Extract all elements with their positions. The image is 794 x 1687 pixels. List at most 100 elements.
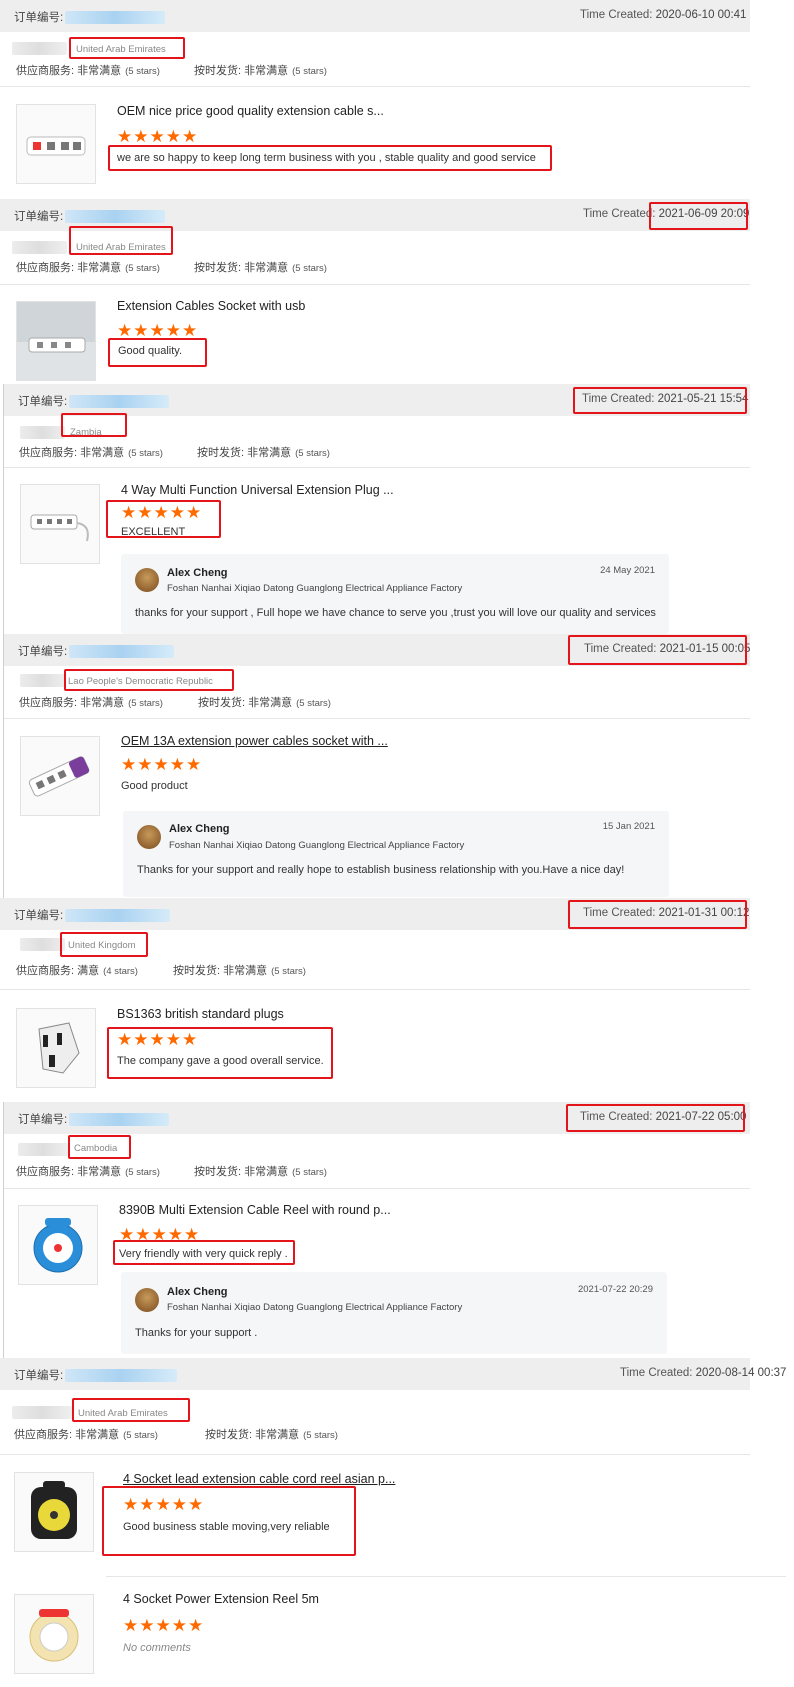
highlight-box [60, 932, 148, 957]
reply-date: 24 May 2021 [600, 565, 655, 576]
order-header: 订单编号: Time Created: 2020-08-14 00:37 [0, 1358, 786, 1390]
power-strip-icon[interactable] [20, 736, 100, 816]
order-number-redacted [65, 1369, 178, 1383]
reply-author: Alex Cheng [167, 567, 228, 579]
review-comment: Good product [121, 780, 188, 792]
reply-text: thanks for your support , Full hope we h… [135, 607, 656, 619]
buyer-name-redacted [20, 938, 65, 951]
order-number-label: 订单编号: [18, 646, 68, 658]
time-created-value: 2020-08-14 00:37 [695, 1367, 787, 1379]
rating-stars: ★★★★★ [123, 1616, 205, 1635]
reply-author: Alex Cheng [167, 1286, 228, 1298]
buyer-name-redacted [12, 42, 67, 55]
rating-stars: ★★★★★ [117, 127, 199, 146]
usb-socket-icon[interactable] [16, 301, 96, 381]
order-header: 订单编号: Time Created: 2020-06-10 00:41 [0, 0, 750, 32]
highlight-box [69, 37, 185, 59]
highlight-box [106, 500, 221, 538]
highlight-box [107, 1027, 333, 1079]
product-name[interactable]: OEM 13A extension power cables socket wi… [121, 734, 388, 748]
order-number-label: 订单编号: [14, 1370, 64, 1382]
delivery-rating: 按时发货: 非常满意 (5 stars) [205, 1429, 338, 1441]
buyer-name-redacted [18, 1143, 68, 1156]
product-name[interactable]: 8390B Multi Extension Cable Reel with ro… [119, 1203, 391, 1217]
order-block: 订单编号: Time Created: 2021-06-09 20:09 Uni… [0, 199, 750, 385]
review-comment: No comments [123, 1642, 191, 1654]
order-number-label: 订单编号: [14, 910, 64, 922]
delivery-rating: 按时发货: 非常满意 (5 stars) [198, 697, 331, 709]
highlight-box [649, 202, 748, 230]
reply-author: Alex Cheng [169, 823, 230, 835]
order-number-label: 订单编号: [14, 211, 64, 223]
order-number-redacted [69, 1113, 170, 1127]
reply-text: Thanks for your support and really hope … [137, 864, 625, 876]
highlight-box [566, 1104, 745, 1132]
delivery-rating: 按时发货: 非常满意 (5 stars) [194, 262, 327, 274]
order-number-redacted [65, 909, 171, 923]
highlight-box [72, 1398, 190, 1422]
highlight-box [108, 338, 207, 367]
order-block: 订单编号: Time Created: 2021-01-15 00:05 Lao… [0, 634, 750, 898]
highlight-box [102, 1486, 356, 1556]
highlight-box [108, 145, 552, 171]
reply-company: Foshan Nanhai Xiqiao Datong Guanglong El… [169, 840, 465, 851]
order-block: 订单编号: Time Created: 2020-08-14 00:37 Uni… [0, 1358, 786, 1687]
power-strip-icon[interactable] [16, 104, 96, 184]
order-number-redacted [65, 210, 166, 224]
order-number-redacted [69, 395, 170, 409]
highlight-box [568, 900, 747, 929]
order-block: 订单编号: Time Created: 2021-07-22 05:00 Cam… [0, 1102, 750, 1358]
time-created-label: Time Created: [580, 9, 653, 21]
uk-plug-icon[interactable] [16, 1008, 96, 1088]
order-number-label: 订单编号: [18, 396, 68, 408]
product-name[interactable]: Extension Cables Socket with usb [117, 299, 305, 313]
buyer-name-redacted [12, 241, 67, 254]
supplier-service-rating: 供应商服务: 非常满意 (5 stars) [16, 1166, 160, 1178]
supplier-service-rating: 供应商服务: 非常满意 (5 stars) [19, 447, 163, 459]
order-block: 订单编号: Time Created: 2020-06-10 00:41 Uni… [0, 0, 750, 200]
reply-company: Foshan Nanhai Xiqiao Datong Guanglong El… [167, 583, 463, 594]
supplier-service-rating: 供应商服务: 非常满意 (5 stars) [16, 65, 160, 77]
cable-reel-icon[interactable] [18, 1205, 98, 1285]
cable-reel-icon[interactable] [14, 1594, 94, 1674]
product-name[interactable]: 4 Way Multi Function Universal Extension… [121, 483, 394, 497]
reply-text: Thanks for your support . [135, 1327, 258, 1339]
reply-company: Foshan Nanhai Xiqiao Datong Guanglong El… [167, 1302, 463, 1313]
rating-stars: ★★★★★ [121, 755, 203, 774]
highlight-box [568, 635, 747, 665]
avatar [135, 1288, 159, 1312]
highlight-box [573, 387, 747, 414]
product-name[interactable]: BS1363 british standard plugs [117, 1007, 284, 1021]
reply-date: 2021-07-22 20:29 [577, 1284, 653, 1295]
delivery-rating: 按时发货: 非常满意 (5 stars) [194, 65, 327, 77]
order-number-label: 订单编号: [14, 12, 64, 24]
delivery-rating: 按时发货: 非常满意 (5 stars) [173, 965, 306, 977]
time-created-label: Time Created: [583, 208, 656, 220]
supplier-service-rating: 供应商服务: 非常满意 (5 stars) [19, 697, 163, 709]
product-name[interactable]: OEM nice price good quality extension ca… [117, 104, 384, 118]
highlight-box [68, 1135, 131, 1159]
cable-reel-icon[interactable] [14, 1472, 94, 1552]
highlight-box [61, 413, 127, 437]
product-name[interactable]: 4 Socket Power Extension Reel 5m [123, 1592, 319, 1606]
order-number-redacted [65, 11, 166, 25]
supplier-service-rating: 供应商服务: 非常满意 (5 stars) [16, 262, 160, 274]
reply-date: 15 Jan 2021 [602, 821, 655, 832]
order-number-redacted [69, 645, 175, 659]
rating-stars: ★★★★★ [117, 321, 199, 340]
order-block: 订单编号: Time Created: 2021-05-21 15:54 Zam… [0, 384, 750, 634]
delivery-rating: 按时发货: 非常满意 (5 stars) [197, 447, 330, 459]
avatar [135, 568, 159, 592]
product-name[interactable]: 4 Socket lead extension cable cord reel … [123, 1472, 395, 1486]
highlight-box [69, 226, 173, 255]
seller-reply: Alex Cheng Foshan Nanhai Xiqiao Datong G… [121, 554, 669, 634]
supplier-service-rating: 供应商服务: 非常满意 (5 stars) [14, 1429, 158, 1441]
order-number-label: 订单编号: [18, 1114, 68, 1126]
power-strip-icon[interactable] [20, 484, 100, 564]
order-block: 订单编号: Time Created: 2021-01-31 00:12 Uni… [0, 898, 750, 1100]
buyer-name-redacted [12, 1406, 72, 1419]
seller-reply: Alex Cheng Foshan Nanhai Xiqiao Datong G… [121, 1272, 667, 1354]
avatar [137, 825, 161, 849]
buyer-name-redacted [20, 426, 65, 439]
seller-reply: Alex Cheng Foshan Nanhai Xiqiao Datong G… [123, 811, 669, 897]
